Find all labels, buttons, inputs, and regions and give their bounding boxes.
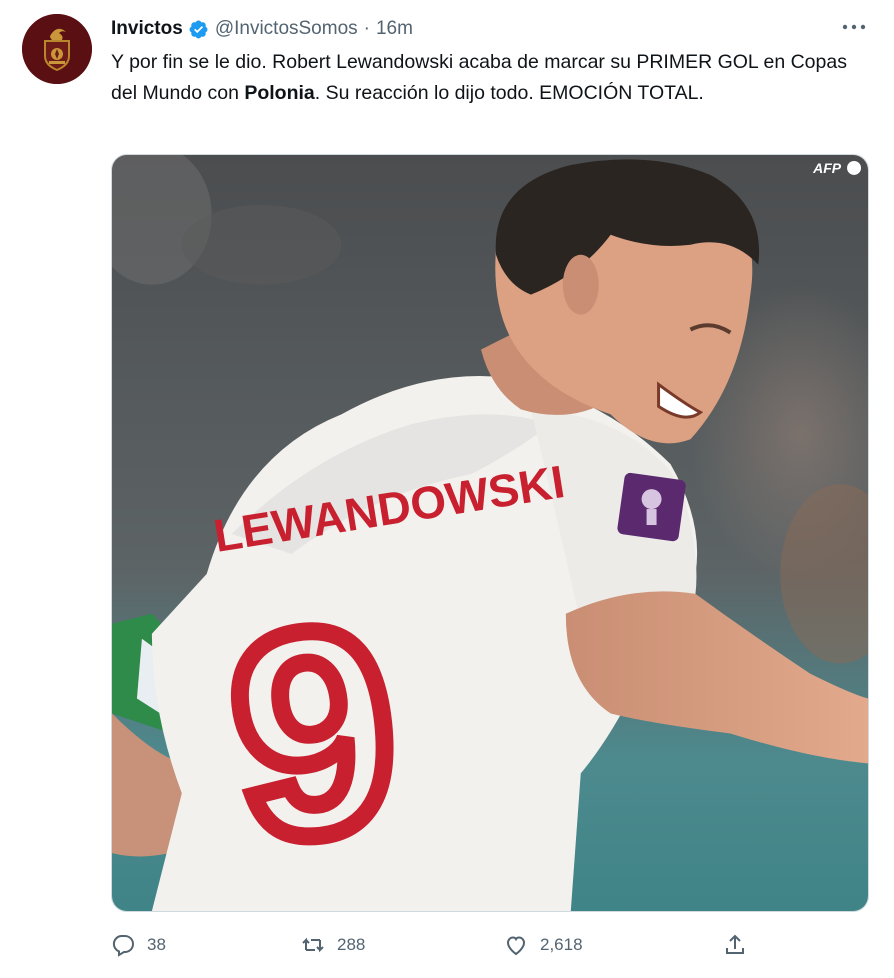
share-button[interactable] <box>723 930 747 960</box>
reply-icon <box>112 935 134 957</box>
heart-icon <box>506 936 526 956</box>
like-count: 2,618 <box>540 935 583 954</box>
tweet-photo[interactable]: LEWANDOWSKI 9 AFP <box>111 154 869 912</box>
share-icon <box>726 934 744 954</box>
player-celebration-image: LEWANDOWSKI 9 AFP <box>112 155 868 911</box>
invictos-logo-icon <box>22 14 92 84</box>
separator-dot: · <box>363 18 370 39</box>
tweet-text: Y por fin se le dio. Robert Lewandowski … <box>111 47 871 109</box>
avatar[interactable] <box>22 14 92 84</box>
reply-count: 38 <box>147 935 166 954</box>
tweet[interactable]: Invictos @InvictosSomos · 16m Y por fin … <box>0 0 894 978</box>
reply-button[interactable]: 38 <box>111 930 166 960</box>
verified-badge-icon <box>188 19 209 40</box>
tweet-text-bold: Polonia <box>244 82 315 104</box>
user-handle[interactable]: @InvictosSomos <box>215 18 358 40</box>
jersey-number: 9 <box>217 565 411 903</box>
tweet-text-part2: . Su reacción lo dijo todo. EMOCIÓN TOTA… <box>314 82 704 104</box>
afp-dot-icon <box>847 160 862 175</box>
display-name[interactable]: Invictos <box>111 18 183 40</box>
tweet-actions: 38 288 2,618 <box>111 930 751 960</box>
afp-watermark: AFP <box>812 160 842 176</box>
retweet-icon <box>302 937 324 953</box>
retweet-count: 288 <box>337 935 366 954</box>
tweet-header: Invictos @InvictosSomos · 16m <box>111 16 413 42</box>
like-button[interactable]: 2,618 <box>504 930 583 960</box>
more-options-icon[interactable] <box>840 16 868 38</box>
retweet-button[interactable]: 288 <box>301 930 365 960</box>
timestamp[interactable]: 16m <box>376 18 413 40</box>
